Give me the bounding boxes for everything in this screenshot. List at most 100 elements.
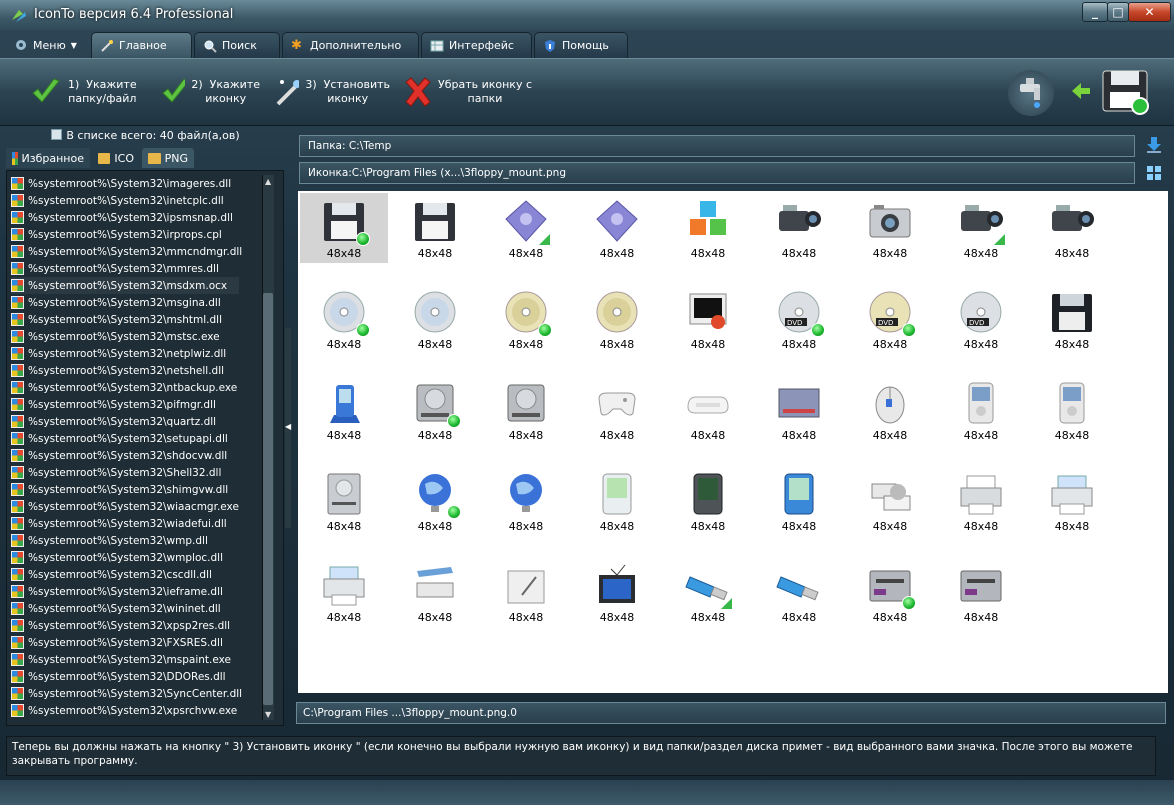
file-list-item[interactable]: %systemroot%\System32\mspaint.exe [11, 651, 239, 668]
file-list-item[interactable]: %systemroot%\System32\wmp.dll [11, 532, 239, 549]
close-button[interactable]: ✕ [1128, 2, 1171, 22]
cleanup-button[interactable] [1008, 70, 1054, 116]
file-list-item[interactable]: %systemroot%\System32\quartz.dll [11, 413, 239, 430]
icon-cell[interactable]: 48x48 [300, 557, 388, 627]
tab-ico[interactable]: ICO [92, 148, 140, 168]
tab-png[interactable]: PNG [142, 148, 194, 168]
scroll-thumb[interactable] [263, 293, 273, 705]
collapse-arrow-icon[interactable]: ◀ [285, 422, 291, 431]
icon-cell[interactable]: 48x48 [755, 375, 843, 445]
file-list-item[interactable]: %systemroot%\System32\mshtml.dll [11, 311, 239, 328]
icon-cell[interactable]: 48x48 [300, 193, 388, 263]
tab-main[interactable]: Главное [91, 32, 192, 58]
icon-cell[interactable]: DVD 48x48 [755, 284, 843, 354]
file-list-item[interactable]: %systemroot%\System32\shimgvw.dll [11, 481, 239, 498]
icon-cell[interactable]: 48x48 [300, 375, 388, 445]
icon-cell[interactable]: 48x48 [300, 284, 388, 354]
icon-cell[interactable]: 48x48 [391, 284, 479, 354]
icon-cell[interactable]: 48x48 [573, 193, 661, 263]
file-list-item[interactable]: %systemroot%\System32\wiadefui.dll [11, 515, 239, 532]
file-list-item[interactable]: %systemroot%\System32\DDORes.dll [11, 668, 239, 685]
file-list-item[interactable]: %systemroot%\System32\mstsc.exe [11, 328, 239, 345]
icon-cell[interactable]: 48x48 [1028, 466, 1116, 536]
file-list[interactable]: %systemroot%\System32\imageres.dll %syste… [6, 170, 284, 726]
icon-cell[interactable]: 48x48 [664, 557, 752, 627]
icon-cell[interactable]: 48x48 [482, 284, 570, 354]
icon-cell[interactable]: 48x48 [391, 557, 479, 627]
icon-cell[interactable]: 48x48 [664, 193, 752, 263]
file-list-item[interactable]: %systemroot%\System32\pifmgr.dll [11, 396, 239, 413]
icon-cell[interactable]: DVD 48x48 [937, 284, 1025, 354]
icon-cell[interactable]: 48x48 [482, 557, 570, 627]
file-list-item[interactable]: %systemroot%\System32\msdxm.ocx [11, 277, 239, 294]
file-list-item[interactable]: %systemroot%\System32\setupapi.dll [11, 430, 239, 447]
select-icon-button[interactable]: 2) Укажите иконку [160, 66, 260, 118]
icon-cell[interactable]: 48x48 [482, 375, 570, 445]
file-list-item[interactable]: %systemroot%\System32\shdocvw.dll [11, 447, 239, 464]
icon-cell[interactable]: 48x48 [1028, 193, 1116, 263]
file-list-item[interactable]: %systemroot%\System32\xpsp2res.dll [11, 617, 239, 634]
icon-cell[interactable]: 48x48 [755, 557, 843, 627]
tab-help[interactable]: Помощь [534, 32, 628, 58]
icon-cell[interactable]: 48x48 [937, 375, 1025, 445]
remove-icon-button[interactable]: Убрать иконку с папки [402, 66, 532, 118]
file-list-item[interactable]: %systemroot%\System32\mmres.dll [11, 260, 239, 277]
icon-cell[interactable]: DVD 48x48 [846, 284, 934, 354]
scroll-down-icon[interactable]: ▼ [265, 710, 271, 719]
icon-cell[interactable]: 48x48 [1028, 284, 1116, 354]
icon-cell[interactable]: 48x48 [573, 557, 661, 627]
file-list-item[interactable]: %systemroot%\System32\xpsrchvw.exe [11, 702, 239, 719]
windows-flag-icon[interactable] [1146, 165, 1162, 181]
file-list-item[interactable]: %systemroot%\System32\ipsmsnap.dll [11, 209, 239, 226]
icon-grid[interactable]: 48x48 48x48 48x48 48x48 48x48 48x48 48x48 48x48… [298, 191, 1168, 693]
file-list-item[interactable]: %systemroot%\System32\msgina.dll [11, 294, 239, 311]
icon-cell[interactable]: 48x48 [482, 466, 570, 536]
icon-cell[interactable]: 48x48 [300, 466, 388, 536]
tab-search[interactable]: Поиск [194, 32, 280, 58]
minimize-button[interactable]: _ [1082, 2, 1108, 22]
file-list-item[interactable]: %systemroot%\System32\ieframe.dll [11, 583, 239, 600]
icon-cell[interactable]: 48x48 [482, 193, 570, 263]
icon-cell[interactable]: 48x48 [573, 375, 661, 445]
icon-cell[interactable]: 48x48 [573, 466, 661, 536]
file-list-item[interactable]: %systemroot%\System32\netplwiz.dll [11, 345, 239, 362]
icon-cell[interactable]: 48x48 [846, 557, 934, 627]
file-list-item[interactable]: %systemroot%\System32\wininet.dll [11, 600, 239, 617]
tab-interface[interactable]: Интерфейс [421, 32, 532, 58]
icon-cell[interactable]: 48x48 [937, 557, 1025, 627]
icon-cell[interactable]: 48x48 [937, 466, 1025, 536]
icon-cell[interactable]: 48x48 [391, 193, 479, 263]
file-list-item[interactable]: %systemroot%\System32\netshell.dll [11, 362, 239, 379]
file-list-item[interactable]: %systemroot%\System32\mmcndmgr.dll [11, 243, 242, 260]
icon-cell[interactable]: 48x48 [664, 375, 752, 445]
icon-cell[interactable]: 48x48 [391, 375, 479, 445]
file-list-item[interactable]: %systemroot%\System32\Shell32.dll [11, 464, 239, 481]
maximize-button[interactable]: □ [1107, 2, 1129, 22]
icon-cell[interactable]: 48x48 [1028, 375, 1116, 445]
tab-favorites[interactable]: Избранное [6, 148, 90, 168]
icon-cell[interactable]: 48x48 [846, 193, 934, 263]
file-list-item[interactable]: %systemroot%\System32\SyncCenter.dll [11, 685, 242, 702]
icon-cell[interactable]: 48x48 [937, 193, 1025, 263]
file-list-item[interactable]: %systemroot%\System32\inetcplc.dll [11, 192, 239, 209]
file-list-item[interactable]: %systemroot%\System32\wmploc.dll [11, 549, 239, 566]
icon-cell[interactable]: 48x48 [755, 466, 843, 536]
icon-cell[interactable]: 48x48 [573, 284, 661, 354]
select-folder-button[interactable]: 1) Укажите папку/файл [30, 66, 148, 118]
icon-cell[interactable]: 48x48 [755, 193, 843, 263]
file-list-item[interactable]: %systemroot%\System32\cscdll.dll [11, 566, 239, 583]
download-arrow-icon[interactable] [1146, 136, 1162, 154]
icon-cell[interactable]: 48x48 [664, 466, 752, 536]
install-icon-button[interactable]: 3) Установить иконку [272, 66, 390, 118]
tab-advanced[interactable]: ✱ Дополнительно [282, 32, 419, 58]
scroll-up-icon[interactable]: ▲ [265, 177, 271, 186]
file-list-item[interactable]: %systemroot%\System32\wiaacmgr.exe [11, 498, 239, 515]
tab-menu[interactable]: Меню ▼ [6, 32, 88, 58]
file-list-item[interactable]: %systemroot%\System32\imageres.dll [11, 175, 239, 192]
file-list-item[interactable]: %systemroot%\System32\FXSRES.dll [11, 634, 239, 651]
icon-cell[interactable]: 48x48 [664, 284, 752, 354]
file-list-item[interactable]: %systemroot%\System32\irprops.cpl [11, 226, 239, 243]
file-list-item[interactable]: %systemroot%\System32\ntbackup.exe [11, 379, 239, 396]
icon-cell[interactable]: 48x48 [391, 466, 479, 536]
icon-cell[interactable]: 48x48 [846, 466, 934, 536]
